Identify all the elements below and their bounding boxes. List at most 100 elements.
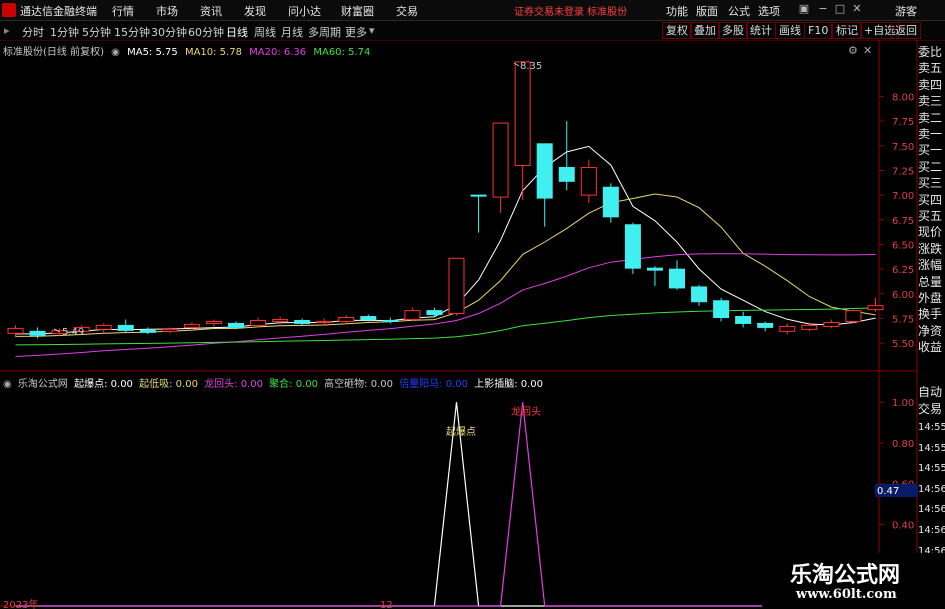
- x-axis-label-year: 2023年: [3, 598, 38, 609]
- sidebar-item[interactable]: 卖一: [918, 128, 945, 141]
- candle-body: [250, 319, 267, 326]
- mark-button[interactable]: 标记: [832, 22, 862, 39]
- adjust-button[interactable]: 复权: [662, 22, 692, 39]
- menu-layout[interactable]: 版面: [696, 3, 718, 19]
- candle-body: [580, 166, 597, 196]
- price-tick-label: 7.75: [892, 117, 914, 128]
- sidebar-item[interactable]: 外盘: [918, 292, 945, 305]
- menu-options[interactable]: 选项: [758, 3, 780, 19]
- draw-line-button[interactable]: 画线: [775, 22, 805, 39]
- period-15min[interactable]: 15分钟: [114, 24, 150, 40]
- menu-ask[interactable]: 问小达: [288, 3, 321, 19]
- menu-function[interactable]: 功能: [666, 3, 688, 19]
- indicator-name[interactable]: 乐淘公式网: [18, 379, 68, 390]
- period-tick[interactable]: 分时: [22, 24, 44, 40]
- sidebar-item[interactable]: 买五: [918, 210, 945, 223]
- period-more[interactable]: 更多: [345, 24, 367, 40]
- period-multi[interactable]: 多周期: [308, 24, 341, 40]
- settings-icon[interactable]: ⚙: [848, 44, 858, 57]
- candle-body: [183, 323, 200, 328]
- moving-average-lines: [15, 145, 876, 357]
- sidebar-item[interactable]: 买二: [918, 161, 945, 174]
- menu-wealth[interactable]: 财富圈: [341, 3, 374, 19]
- sidebar-item[interactable]: 涨幅: [918, 259, 945, 272]
- sidebar-item[interactable]: 收益: [918, 341, 945, 354]
- f10-button[interactable]: F10: [804, 22, 833, 39]
- candle-body: [338, 317, 355, 322]
- auto-trade-label[interactable]: 自动: [918, 386, 945, 399]
- longhuitou-marker: 龙回头: [511, 405, 541, 418]
- menu-discover[interactable]: 发现: [244, 3, 266, 19]
- close-icon[interactable]: ✕: [850, 2, 864, 16]
- candle-body: [669, 268, 685, 289]
- sidebar-item[interactable]: 净资: [918, 325, 945, 338]
- candle-body: [823, 321, 840, 327]
- sidebar-item[interactable]: 买三: [918, 177, 945, 190]
- watermark-title: 乐淘公式网: [790, 563, 901, 588]
- skin-icon[interactable]: ▣: [797, 2, 811, 16]
- menu-trade[interactable]: 交易: [396, 3, 418, 19]
- back-button[interactable]: 返回: [891, 22, 921, 39]
- menu-formula[interactable]: 公式: [728, 3, 750, 19]
- eye-icon[interactable]: ◉: [3, 379, 12, 390]
- sidebar-item[interactable]: 总量: [918, 276, 945, 289]
- period-weekly[interactable]: 周线: [254, 24, 276, 40]
- candle-body: [735, 316, 752, 324]
- price-tick-label: 7.25: [892, 166, 914, 177]
- candle-body: [205, 320, 222, 324]
- login-warning[interactable]: 证券交易未登录 标准股份: [514, 3, 627, 18]
- period-1min[interactable]: 1分钟: [50, 24, 79, 40]
- menu-quotes[interactable]: 行情: [112, 3, 134, 19]
- x-axis-label-month: 12: [380, 600, 393, 609]
- minimize-icon[interactable]: −: [816, 2, 830, 16]
- sidebar-item[interactable]: 买一: [918, 144, 945, 157]
- period-monthly[interactable]: 月线: [281, 24, 303, 40]
- stats-button[interactable]: 统计: [746, 22, 776, 39]
- qibaodian-label: 起爆点: 0.00: [74, 379, 133, 390]
- sidebar-item[interactable]: 卖二: [918, 112, 945, 125]
- sidebar-item[interactable]: 卖五: [918, 62, 945, 75]
- period-toolbar: ▸ 分时 1分钟 5分钟 15分钟 30分钟 60分钟 日线 周线 月线 多周期…: [0, 21, 945, 41]
- dropdown-icon[interactable]: ▾: [369, 24, 375, 37]
- eye-icon[interactable]: ◉: [111, 47, 120, 58]
- sidebar-item[interactable]: 委比: [918, 46, 945, 59]
- candle-body: [757, 322, 774, 328]
- candle-body: [360, 316, 377, 321]
- menu-market[interactable]: 市场: [156, 3, 178, 19]
- menu-news[interactable]: 资讯: [200, 3, 222, 19]
- trade-time: 14:55: [918, 442, 945, 454]
- price-tick-label: 5.75: [892, 315, 914, 326]
- sidebar-item[interactable]: 涨跌: [918, 243, 945, 256]
- period-30min[interactable]: 30分钟: [151, 24, 187, 40]
- pane-close-icon[interactable]: ✕: [863, 44, 872, 57]
- candle-body: [713, 300, 730, 319]
- chart-canvas[interactable]: 8.00 7.75 7.50 7.25 7.00 6.75 6.50 6.25 6.00 5.75…: [0, 40, 945, 609]
- sidebar-item[interactable]: 卖四: [918, 79, 945, 92]
- guest-label[interactable]: 游客: [895, 3, 917, 19]
- expand-icon[interactable]: ▸: [4, 24, 10, 37]
- price-tick-label: 7.50: [892, 142, 914, 153]
- ma-line: [15, 253, 876, 357]
- overlay-button[interactable]: 叠加: [690, 22, 720, 39]
- price-tick-label: 8.00: [892, 92, 914, 103]
- period-60min[interactable]: 60分钟: [188, 24, 224, 40]
- price-tick-label: 6.25: [892, 265, 914, 276]
- maximize-icon[interactable]: □: [833, 2, 847, 16]
- candlesticks: [7, 61, 884, 339]
- sidebar-item[interactable]: 现价: [918, 226, 945, 239]
- stock-name[interactable]: 标准股份(日线 前复权): [3, 47, 104, 58]
- auto-trade-label[interactable]: 交易: [918, 403, 945, 416]
- indicator-tick-label: 0.40: [892, 520, 914, 531]
- candle-body: [426, 310, 443, 316]
- period-daily[interactable]: 日线: [226, 24, 248, 40]
- period-5min[interactable]: 5分钟: [82, 24, 111, 40]
- main-chart-legend: 标准股份(日线 前复权) ◉ MA5: 5.75 MA10: 5.78 MA20…: [3, 43, 374, 58]
- trade-time: 14:56: [918, 483, 945, 495]
- candle-body: [470, 194, 487, 197]
- sidebar-item[interactable]: 换手: [918, 308, 945, 321]
- multi-stock-button[interactable]: 多股: [718, 22, 748, 39]
- sidebar-item[interactable]: 卖三: [918, 95, 945, 108]
- sidebar-item[interactable]: 买四: [918, 194, 945, 207]
- candle-body: [779, 325, 796, 332]
- candle-body: [624, 224, 641, 269]
